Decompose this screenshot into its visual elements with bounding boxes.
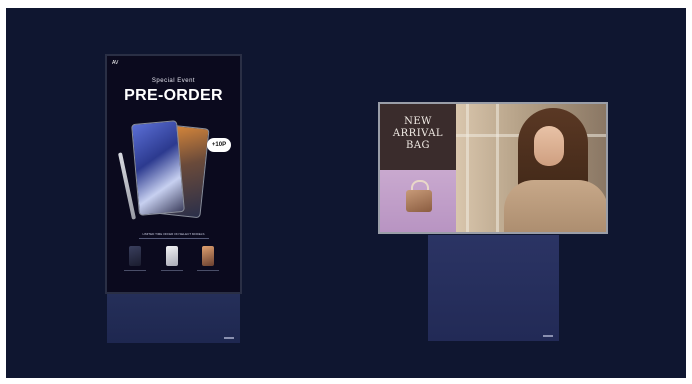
phone-thumbnail-light (166, 246, 178, 266)
points-badge: +10P (207, 138, 231, 152)
screen-logo: AV (112, 60, 119, 66)
horizontal-display-screen: NEW ARRIVAL BAG (378, 102, 608, 234)
model-photo (456, 104, 606, 232)
pre-order-headline: PRE-ORDER (124, 87, 223, 104)
handbag-panel (380, 170, 456, 232)
new-arrival-headline: NEW ARRIVAL BAG (392, 116, 444, 151)
stand-logo (543, 335, 553, 337)
thumbnail-caption (197, 270, 219, 271)
stylus-pen (117, 152, 137, 220)
window-frame (466, 104, 469, 232)
vertical-display-stand (107, 288, 240, 343)
phone-thumbnail-dark (129, 246, 141, 266)
thumbnail-caption (124, 270, 146, 271)
model-coat (504, 180, 606, 232)
vertical-display-screen: AV Special Event PRE-ORDER +10P LIMITED … (105, 54, 242, 294)
thumbnail-caption (161, 270, 183, 271)
headline-panel: NEW ARRIVAL BAG (380, 104, 456, 170)
promo-text: LIMITED TIME OFFER ON SELECT MODELS (107, 232, 240, 239)
handbag-image (406, 190, 432, 212)
event-subtitle: Special Event (151, 78, 196, 84)
model-face (534, 126, 564, 166)
phone-thumbnail-bronze (202, 246, 214, 266)
window-frame (496, 104, 499, 232)
phone-front-image (131, 120, 185, 216)
horizontal-display-stand (428, 235, 559, 341)
stand-logo (224, 337, 234, 339)
product-scene: AV Special Event PRE-ORDER +10P LIMITED … (6, 8, 686, 378)
